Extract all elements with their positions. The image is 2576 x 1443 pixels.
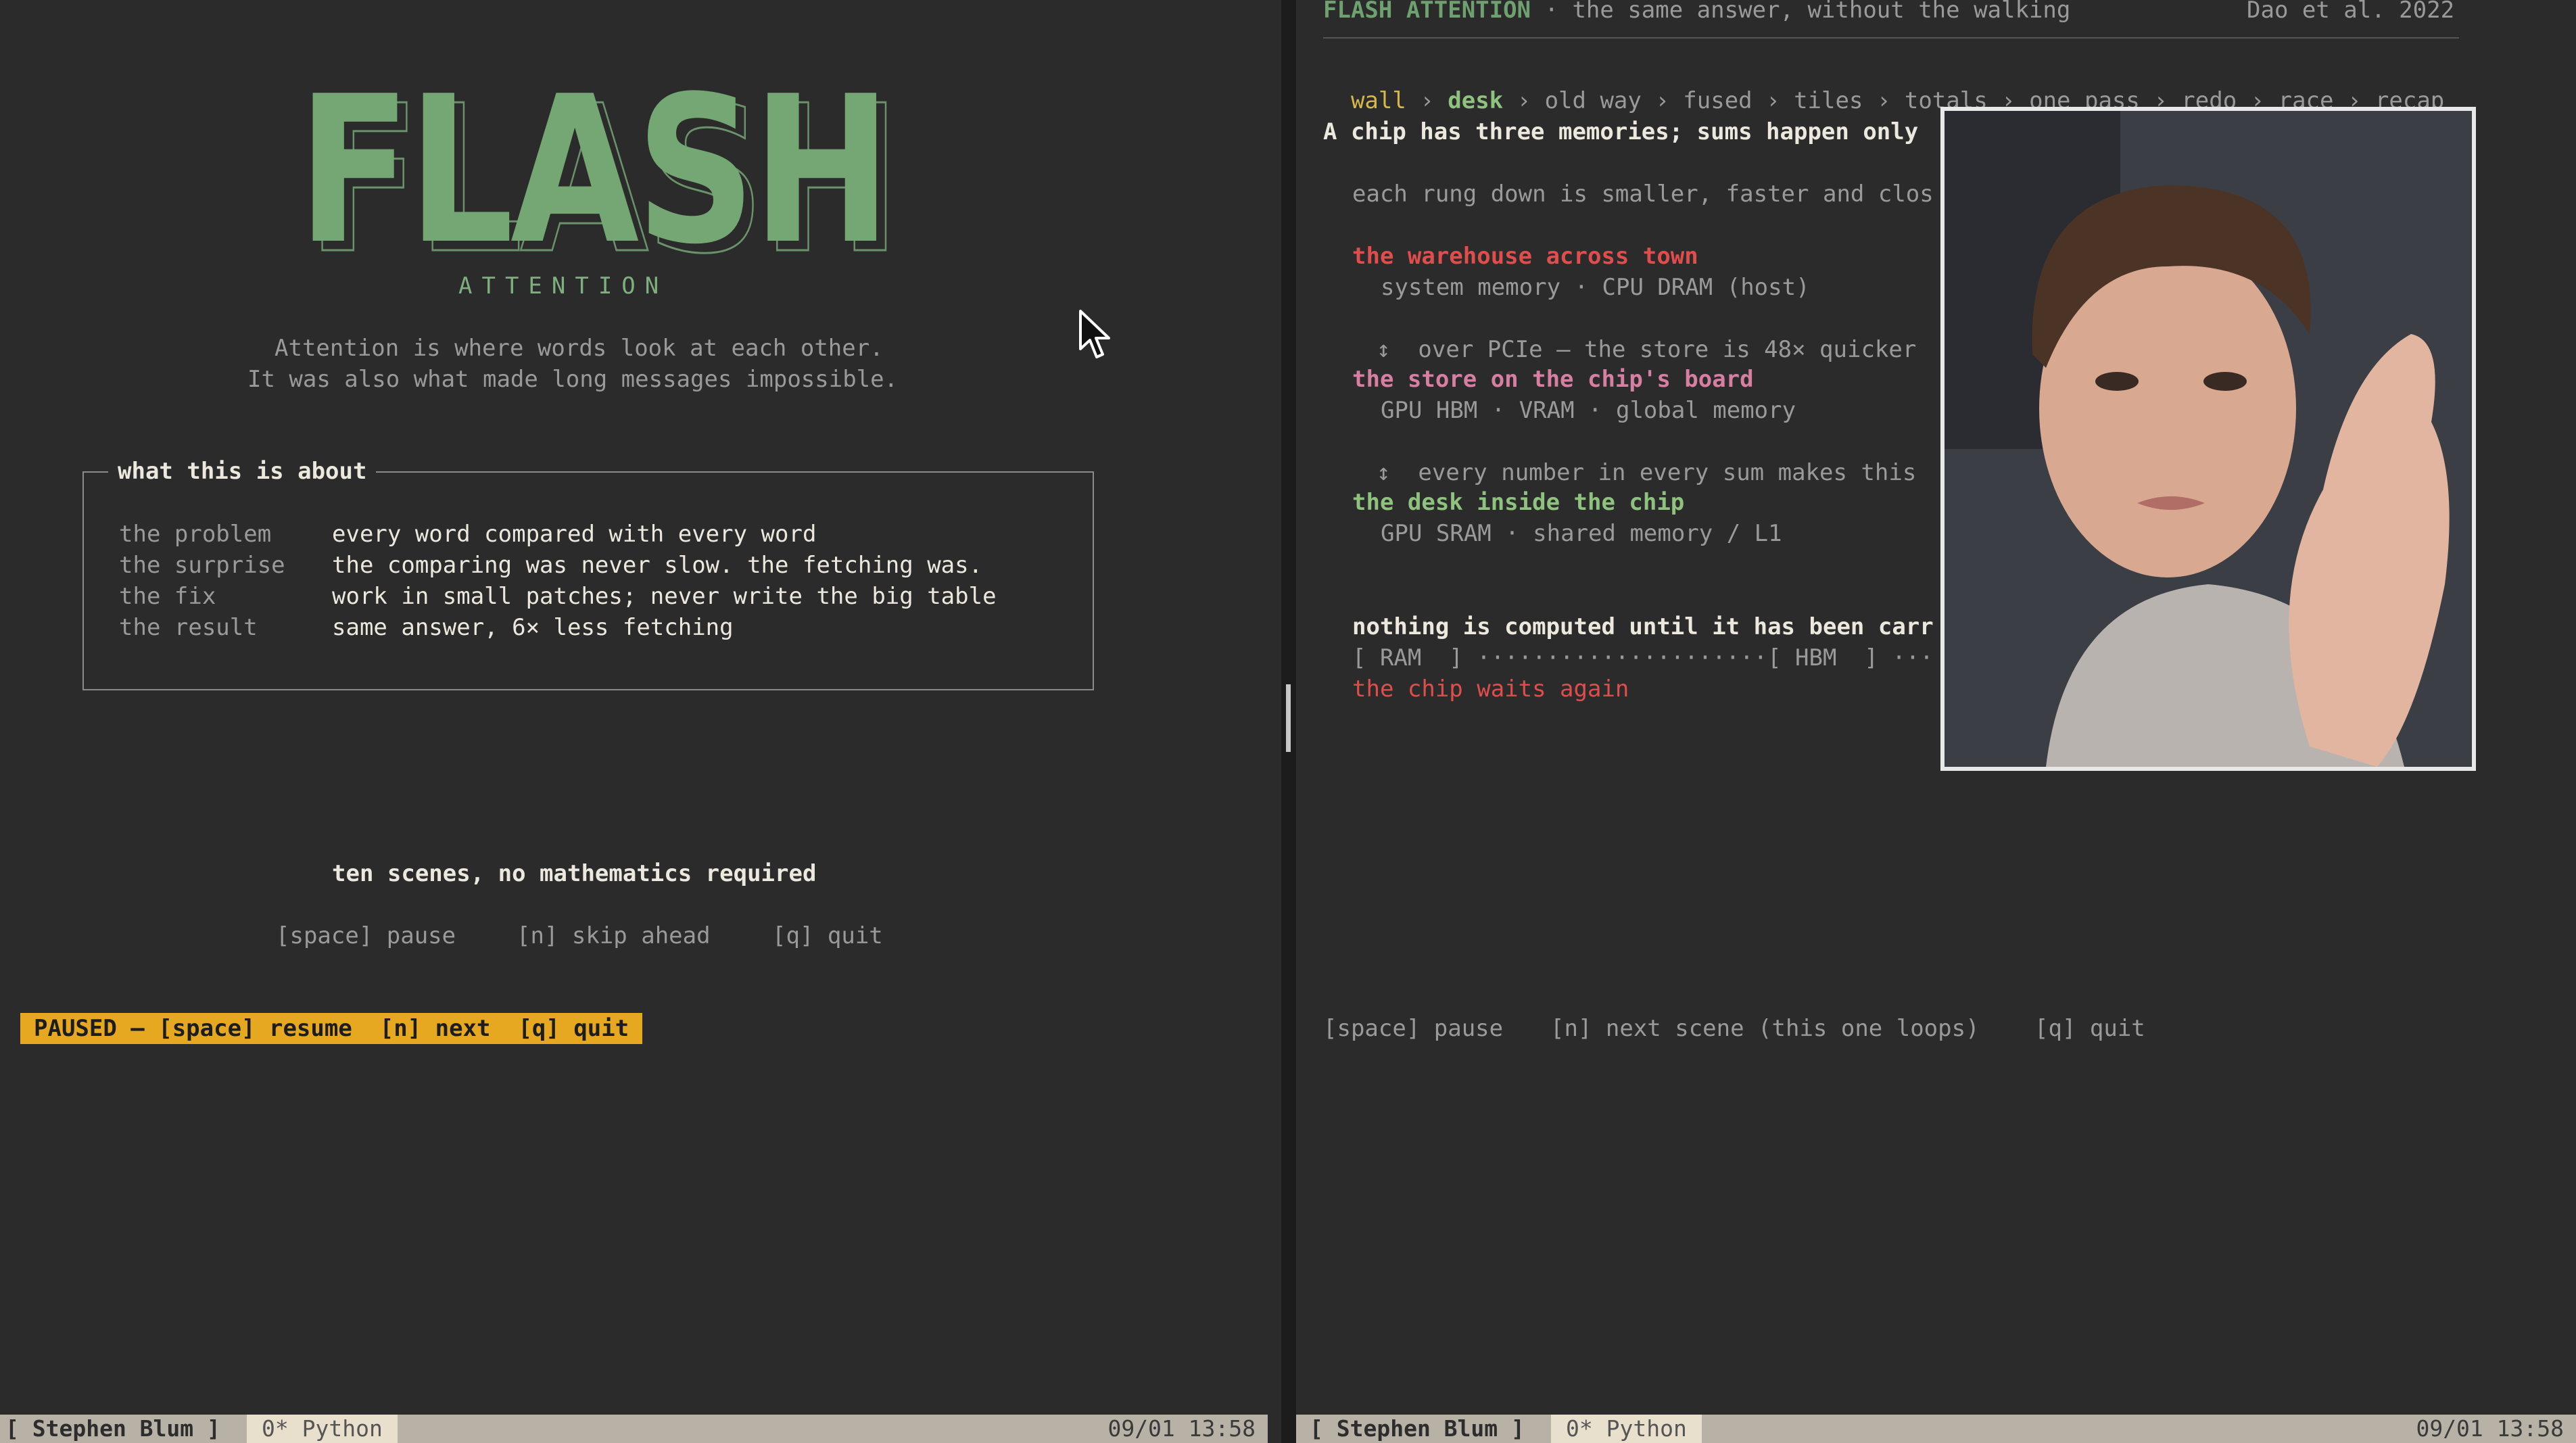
- mouse-cursor-icon: [1079, 310, 1110, 358]
- carry-animation-line: [ RAM ] ·····················[ HBM ] ···: [1352, 644, 1934, 671]
- about-row-value: every word compared with every word: [332, 521, 817, 548]
- about-row-label: the fix: [119, 583, 216, 610]
- about-row-value: work in small patches; never write the b…: [332, 583, 997, 610]
- flash-logo: FLASH FLASH: [297, 70, 902, 283]
- status-clock: 09/01 13:58: [2416, 1415, 2564, 1442]
- right-next-key-hint[interactable]: [n] next scene (this one loops): [1550, 1013, 1980, 1044]
- carry-status: the chip waits again: [1352, 676, 1629, 703]
- tier-link-pcie: ↕ over PCIe — the store is 48× quicker: [1377, 336, 1917, 363]
- tier-warehouse-detail: system memory · CPU DRAM (host): [1381, 274, 1810, 301]
- paused-status-bar[interactable]: PAUSED — [space] resume [n] next [q] qui…: [20, 1013, 643, 1044]
- session-name[interactable]: [ Stephen Blum ]: [5, 1415, 220, 1443]
- skip-key-hint[interactable]: [n] skip ahead: [517, 920, 711, 951]
- header-citation: Dao et al. 2022: [2247, 0, 2455, 24]
- intro-line-2: It was also what made long messages impo…: [247, 366, 899, 393]
- header-rule: [1323, 37, 2459, 39]
- about-row-label: the result: [119, 614, 258, 641]
- tier-store-name: the store on the chip's board: [1352, 366, 1754, 393]
- about-box-title: what this is about: [108, 456, 377, 487]
- tier-link-sum: ↕ every number in every sum makes this: [1377, 459, 1917, 486]
- crumb-old-way[interactable]: old way: [1545, 87, 1642, 114]
- pane-divider-handle[interactable]: [1286, 684, 1291, 752]
- carry-heading: nothing is computed until it has been ca…: [1352, 613, 1934, 640]
- intro-line-1: Attention is where words look at each ot…: [275, 335, 884, 362]
- tmux-status-bar-right: [ Stephen Blum ] 0* Python 09/01 13:58: [1296, 1415, 2576, 1443]
- right-pause-key-hint[interactable]: [space] pause: [1323, 1013, 1503, 1044]
- logo-subtitle: ATTENTION: [458, 273, 669, 300]
- status-clock: 09/01 13:58: [1107, 1415, 1256, 1442]
- about-row-label: the surprise: [119, 552, 285, 579]
- window-tab[interactable]: 0* Python: [1551, 1415, 1702, 1443]
- tier-desk-detail: GPU SRAM · shared memory / L1: [1381, 520, 1782, 547]
- quit-key-hint[interactable]: [q] quit: [772, 920, 883, 951]
- scene-subheading: each rung down is smaller, faster and cl…: [1352, 181, 1934, 208]
- header-tagline: · the same answer, without the walking: [1531, 0, 2071, 24]
- crumb-desk[interactable]: desk: [1448, 87, 1503, 114]
- about-row-label: the problem: [119, 521, 272, 548]
- pause-key-hint[interactable]: [space] pause: [276, 920, 456, 951]
- session-name[interactable]: [ Stephen Blum ]: [1310, 1415, 1525, 1443]
- tier-warehouse-name: the warehouse across town: [1352, 243, 1698, 270]
- crumb-fused[interactable]: fused: [1683, 87, 1752, 114]
- about-row-value: the comparing was never slow. the fetchi…: [332, 552, 983, 579]
- header-title: FLASH ATTENTION: [1323, 0, 1531, 24]
- crumb-tiles[interactable]: tiles: [1794, 87, 1863, 114]
- right-quit-key-hint[interactable]: [q] quit: [2034, 1013, 2145, 1044]
- presenter-photo: [1945, 111, 2472, 767]
- tier-store-detail: GPU HBM · VRAM · global memory: [1381, 397, 1796, 424]
- scene-heading: A chip has three memories; sums happen o…: [1323, 118, 1919, 145]
- tier-desk-name: the desk inside the chip: [1352, 489, 1685, 516]
- webcam-overlay: [1940, 107, 2476, 771]
- header-line: FLASH ATTENTION · the same answer, witho…: [1323, 0, 2070, 26]
- left-terminal-pane[interactable]: FLASH FLASH ATTENTION Attention is where…: [0, 0, 1281, 1443]
- scenes-note: ten scenes, no mathematics required: [332, 860, 817, 887]
- window-tab[interactable]: 0* Python: [247, 1415, 398, 1443]
- flash-logo-text: FLASH: [297, 53, 892, 289]
- crumb-wall[interactable]: wall: [1351, 87, 1406, 114]
- tmux-status-bar-left: [ Stephen Blum ] 0* Python 09/01 13:58: [0, 1415, 1268, 1443]
- about-row-value: same answer, 6× less fetching: [332, 614, 734, 641]
